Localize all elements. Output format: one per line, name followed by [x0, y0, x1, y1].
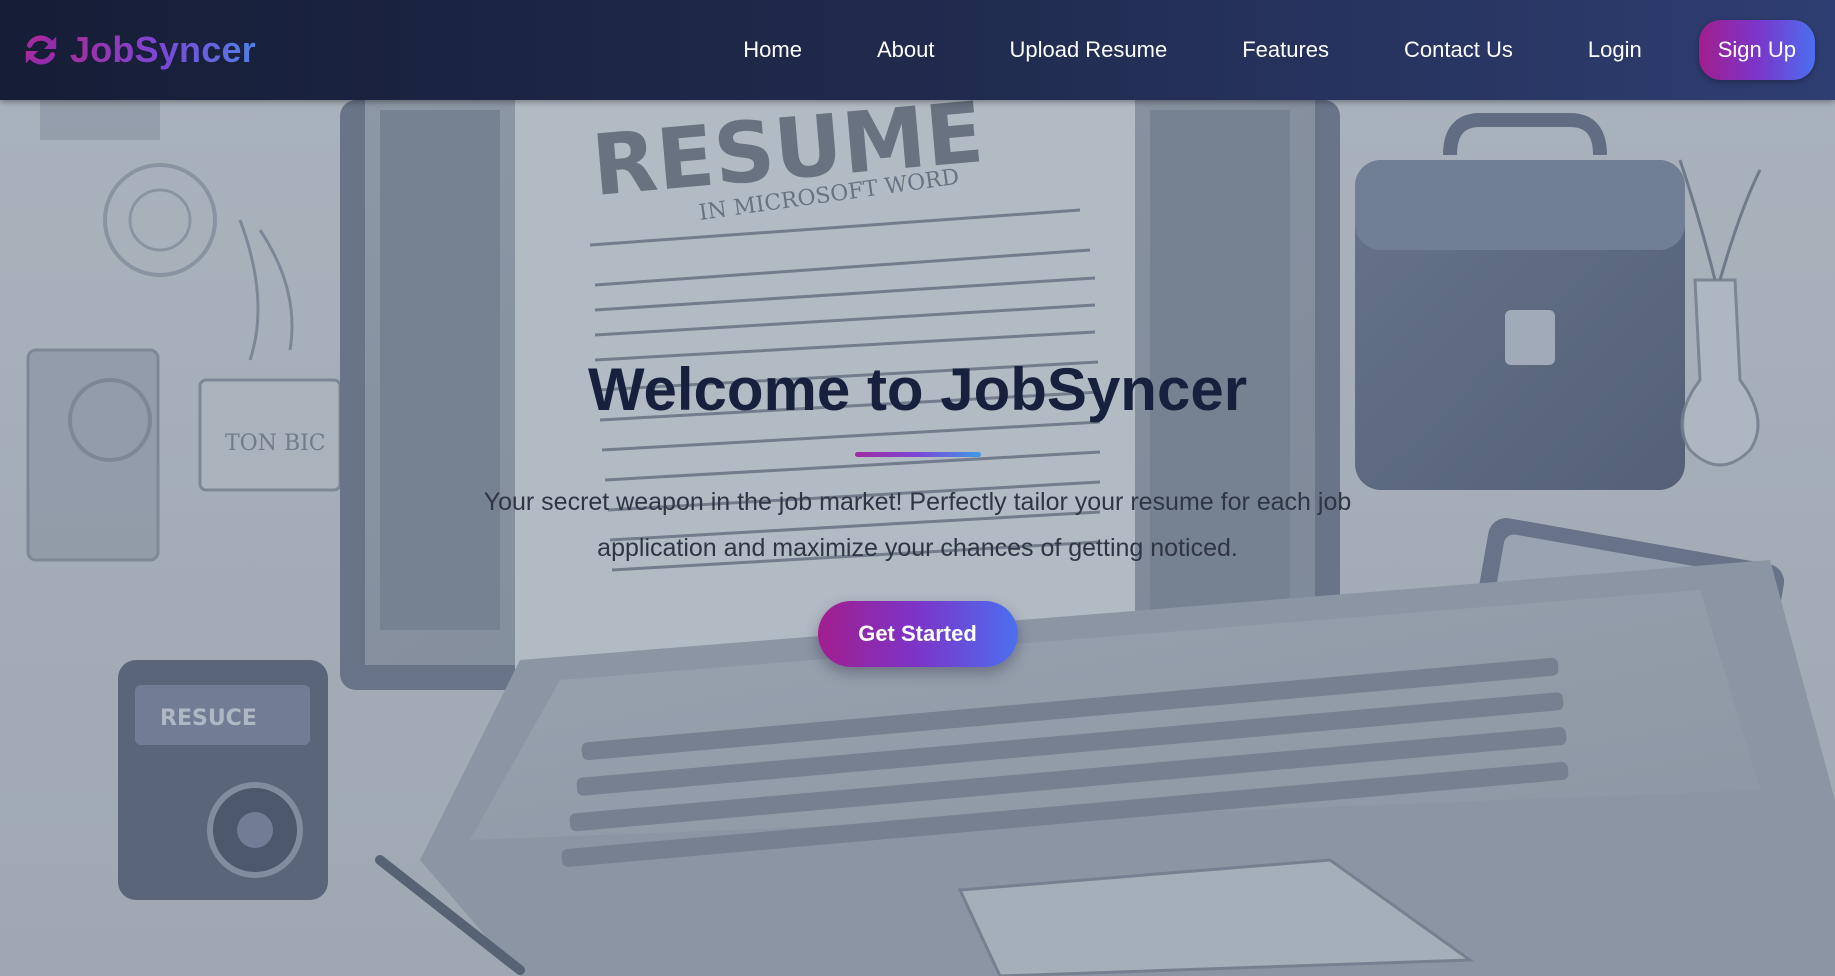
nav-link-upload-resume[interactable]: Upload Resume	[1009, 37, 1167, 63]
hero-title: Welcome to JobSyncer	[587, 356, 1248, 423]
brand-name: JobSyncer	[70, 29, 256, 70]
nav-link-features[interactable]: Features	[1242, 37, 1329, 63]
hero-subtitle: Your secret weapon in the job market! Pe…	[483, 488, 1352, 562]
nav-link-about[interactable]: About	[877, 37, 935, 63]
get-started-button[interactable]: Get Started	[817, 601, 1018, 667]
hero-section: TON BIC RESUCE RESUME IN MICROSOFT WORD	[0, 100, 1835, 976]
nav-link-contact-us[interactable]: Contact Us	[1404, 37, 1513, 63]
top-navbar: JobSyncer Home About Upload Resume Featu…	[0, 0, 1835, 100]
nav-link-login[interactable]: Login	[1588, 37, 1642, 63]
hero-content: Welcome to JobSyncer Your secret weapon …	[0, 100, 1835, 976]
sync-icon	[25, 35, 57, 65]
signup-button[interactable]: Sign Up	[1698, 20, 1815, 80]
nav-link-home[interactable]: Home	[743, 37, 802, 63]
brand-logo-link[interactable]: JobSyncer	[22, 29, 256, 71]
title-underline	[854, 452, 981, 457]
nav-menu: Home About Upload Resume Features Contac…	[743, 0, 1815, 100]
